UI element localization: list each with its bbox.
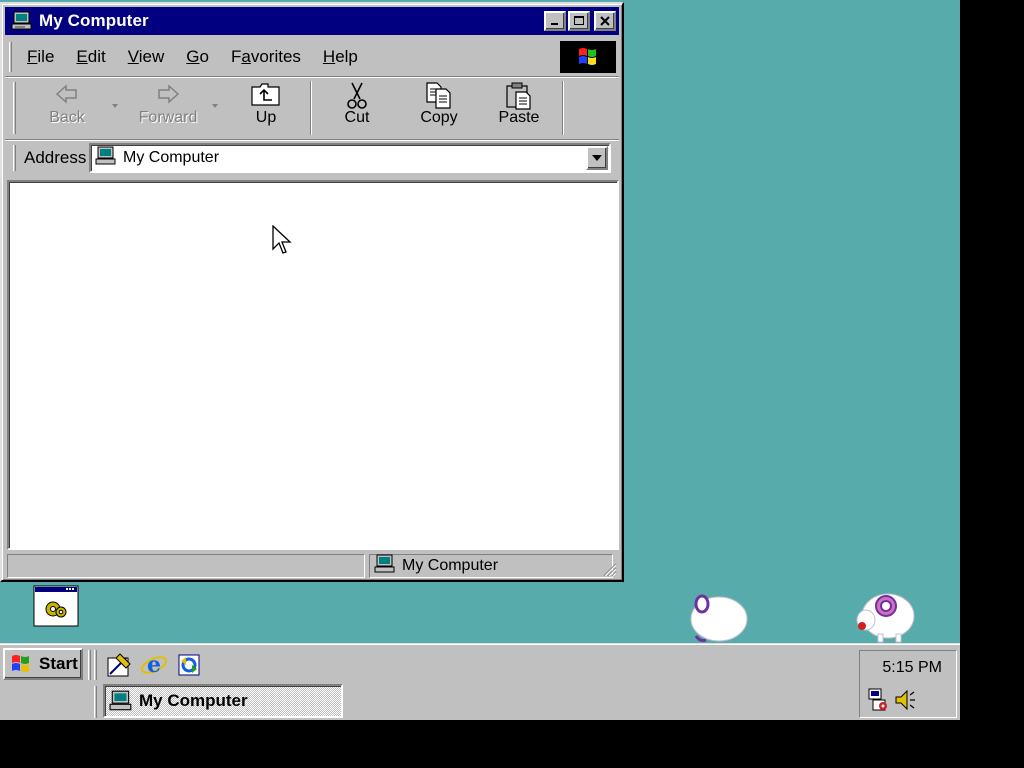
sheep-icon[interactable] [852,586,918,649]
taskbar-button-my-computer[interactable]: My Computer [103,684,343,718]
my-computer-window[interactable]: My Computer File Edit View Go Favorites … [0,2,624,582]
status-bar: My Computer [5,553,619,579]
back-dropdown-icon[interactable] [111,103,119,109]
computer-icon[interactable] [11,11,33,31]
cut-button[interactable]: Cut [329,81,385,135]
toolbar-divider [88,650,91,680]
quick-launch-handle[interactable] [94,650,97,680]
desktop-shortcut-icon[interactable] [33,585,79,627]
forward-button[interactable]: Forward [133,81,203,135]
show-desktop-icon[interactable] [104,650,134,680]
sheep-icon[interactable] [688,590,750,649]
windows-logo-icon [12,655,29,672]
start-label: Start [39,654,78,673]
computer-icon [374,554,396,579]
minimize-icon [551,23,558,25]
clock[interactable]: 5:15 PM [882,659,942,677]
menu-favorites[interactable]: Favorites [223,47,309,67]
menu-file[interactable]: File [19,47,62,67]
toolbar-separator [310,81,312,135]
back-button[interactable]: Back [41,81,93,135]
menu-edit[interactable]: Edit [68,47,113,67]
clipboard-icon [506,82,531,110]
menu-view[interactable]: View [120,47,173,67]
status-left-pane [7,554,365,578]
title-bar[interactable]: My Computer [5,7,619,35]
close-icon [600,16,610,26]
address-bar: Address My Computer [5,139,619,175]
toolbar-separator [562,81,564,135]
start-button[interactable]: Start [3,648,83,680]
maximize-button[interactable] [568,11,590,31]
copy-button[interactable]: Copy [409,81,469,135]
up-folder-icon [251,83,280,106]
channels-icon[interactable] [174,650,204,680]
copy-icon [426,82,451,109]
chevron-down-icon [592,155,602,161]
close-button[interactable] [594,11,616,31]
forward-arrow-icon [158,84,180,104]
mouse-cursor-icon [272,225,292,254]
windows-logo-icon [560,41,616,73]
window-title: My Computer [39,11,149,30]
paste-button[interactable]: Paste [489,81,549,135]
menu-go[interactable]: Go [178,47,217,67]
resize-grip-icon[interactable] [601,561,617,577]
status-location: My Computer [402,557,499,574]
scissors-icon [347,82,367,109]
address-label: Address [24,148,87,167]
up-button[interactable]: Up [241,81,291,135]
internet-explorer-icon[interactable]: e [139,650,169,680]
task-area-handle[interactable] [94,686,97,718]
address-bar-handle[interactable] [13,145,16,171]
taskbar-button-label: My Computer [139,691,248,710]
menu-help[interactable]: Help [315,47,366,67]
svg-text:e: e [147,652,161,678]
status-right-pane: My Computer [369,554,613,578]
computer-icon [95,146,117,171]
toolbar-handle[interactable] [13,82,16,134]
quick-launch-bar: e [104,650,209,680]
forward-dropdown-icon[interactable] [211,103,219,109]
desktop[interactable]: My Computer File Edit View Go Favorites … [0,0,960,720]
menu-bar-handle[interactable] [9,42,12,72]
taskbar: Start e My Computer 5:15 PM [0,643,960,720]
volume-icon[interactable] [894,688,916,712]
network-icon[interactable] [868,688,892,712]
computer-icon [109,690,132,711]
minimize-button[interactable] [544,11,566,31]
standard-toolbar: Back Forward Up Cut Copy Paste [5,76,619,138]
system-tray: 5:15 PM [859,650,957,718]
address-field[interactable]: My Computer [89,143,611,173]
back-arrow-icon [55,84,77,104]
address-dropdown-button[interactable] [586,146,608,170]
maximize-icon [574,16,584,25]
menu-bar: File Edit View Go Favorites Help [5,39,619,75]
folder-content-area[interactable] [7,180,619,550]
address-value[interactable]: My Computer [123,149,586,167]
